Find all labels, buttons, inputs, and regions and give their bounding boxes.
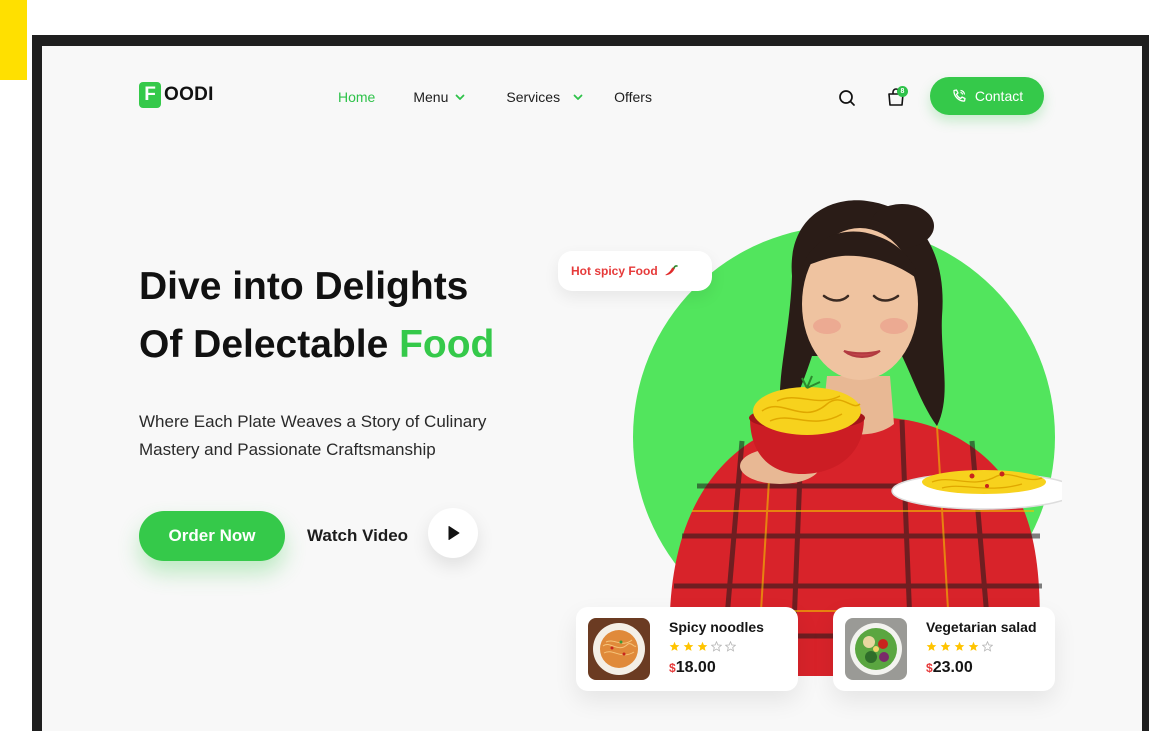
order-now-label: Order Now: [168, 526, 256, 545]
chili-pepper-icon: [664, 265, 678, 276]
nav-item-services[interactable]: Services: [506, 89, 584, 105]
chevron-down-icon: [573, 94, 583, 100]
nav-item-home[interactable]: Home: [338, 89, 375, 105]
price-value: 18.00: [675, 659, 716, 676]
product-rating: [926, 641, 993, 652]
logo-mark: F: [139, 82, 161, 108]
price-currency: $: [669, 661, 676, 675]
hot-spicy-food-tag: Hot spicy Food: [558, 251, 712, 291]
nav-menu-label: Menu: [413, 89, 449, 105]
search-icon[interactable]: [837, 88, 857, 108]
phone-icon: [953, 89, 966, 102]
nav-offers-label: Offers: [614, 89, 652, 105]
product-card-spicy-noodles[interactable]: Spicy noodles $18.00: [576, 607, 798, 691]
product-price: $23.00: [926, 659, 973, 677]
product-thumbnail: [845, 618, 907, 680]
headline-line-2-prefix: Of Delectable: [139, 323, 400, 366]
product-card-vegetarian-salad[interactable]: Vegetarian salad $23.00: [833, 607, 1055, 691]
logo-text: OODI: [164, 84, 214, 105]
product-thumbnail: [588, 618, 650, 680]
spicy-tag-label: Hot spicy Food: [571, 264, 658, 278]
price-value: 23.00: [932, 659, 973, 676]
landing-page: F OODI Home Menu Services Offers 8 Conta…: [42, 46, 1142, 731]
star-filled-icon: [954, 641, 965, 651]
hero-subtext: Where Each Plate Weaves a Story of Culin…: [139, 412, 487, 459]
woman-with-noodles-image: [669, 200, 1062, 676]
hero-headline: Dive into Delights Of Delectable Food: [139, 258, 494, 374]
play-video-button[interactable]: [428, 508, 478, 558]
nav-item-menu[interactable]: Menu: [413, 89, 466, 105]
headline-line-1: Dive into Delights: [139, 265, 469, 308]
contact-button[interactable]: Contact: [930, 77, 1044, 115]
nav-item-offers[interactable]: Offers: [614, 89, 652, 105]
nav-services-label: Services: [506, 89, 561, 105]
price-currency: $: [926, 661, 933, 675]
product-rating: [669, 641, 736, 652]
cart-count-badge: 8: [897, 86, 908, 97]
contact-label: Contact: [974, 88, 1024, 104]
star-filled-icon: [940, 641, 951, 651]
headline-accent-word: Food: [399, 323, 495, 366]
order-now-button[interactable]: Order Now: [139, 511, 285, 561]
star-filled-icon: [697, 641, 708, 651]
product-price: $18.00: [669, 659, 716, 677]
star-filled-icon: [926, 641, 937, 651]
star-filled-icon: [968, 641, 979, 651]
product-name: Spicy noodles: [669, 619, 764, 635]
star-empty-icon: [725, 641, 736, 652]
salad-bowl-image: [845, 618, 907, 680]
star-empty-icon: [982, 641, 993, 652]
star-filled-icon: [669, 641, 680, 651]
logo[interactable]: F OODI: [139, 82, 214, 108]
product-name: Vegetarian salad: [926, 619, 1037, 635]
nav-home-label: Home: [338, 89, 376, 105]
noodle-plate-image: [588, 618, 650, 680]
star-filled-icon: [683, 641, 694, 651]
chevron-down-icon: [455, 94, 465, 100]
star-empty-icon: [711, 641, 722, 652]
main-nav: Home Menu Services Offers: [338, 89, 652, 105]
watch-video-link[interactable]: Watch Video: [307, 526, 408, 546]
play-icon: [448, 526, 460, 540]
corner-marker: [0, 0, 27, 80]
